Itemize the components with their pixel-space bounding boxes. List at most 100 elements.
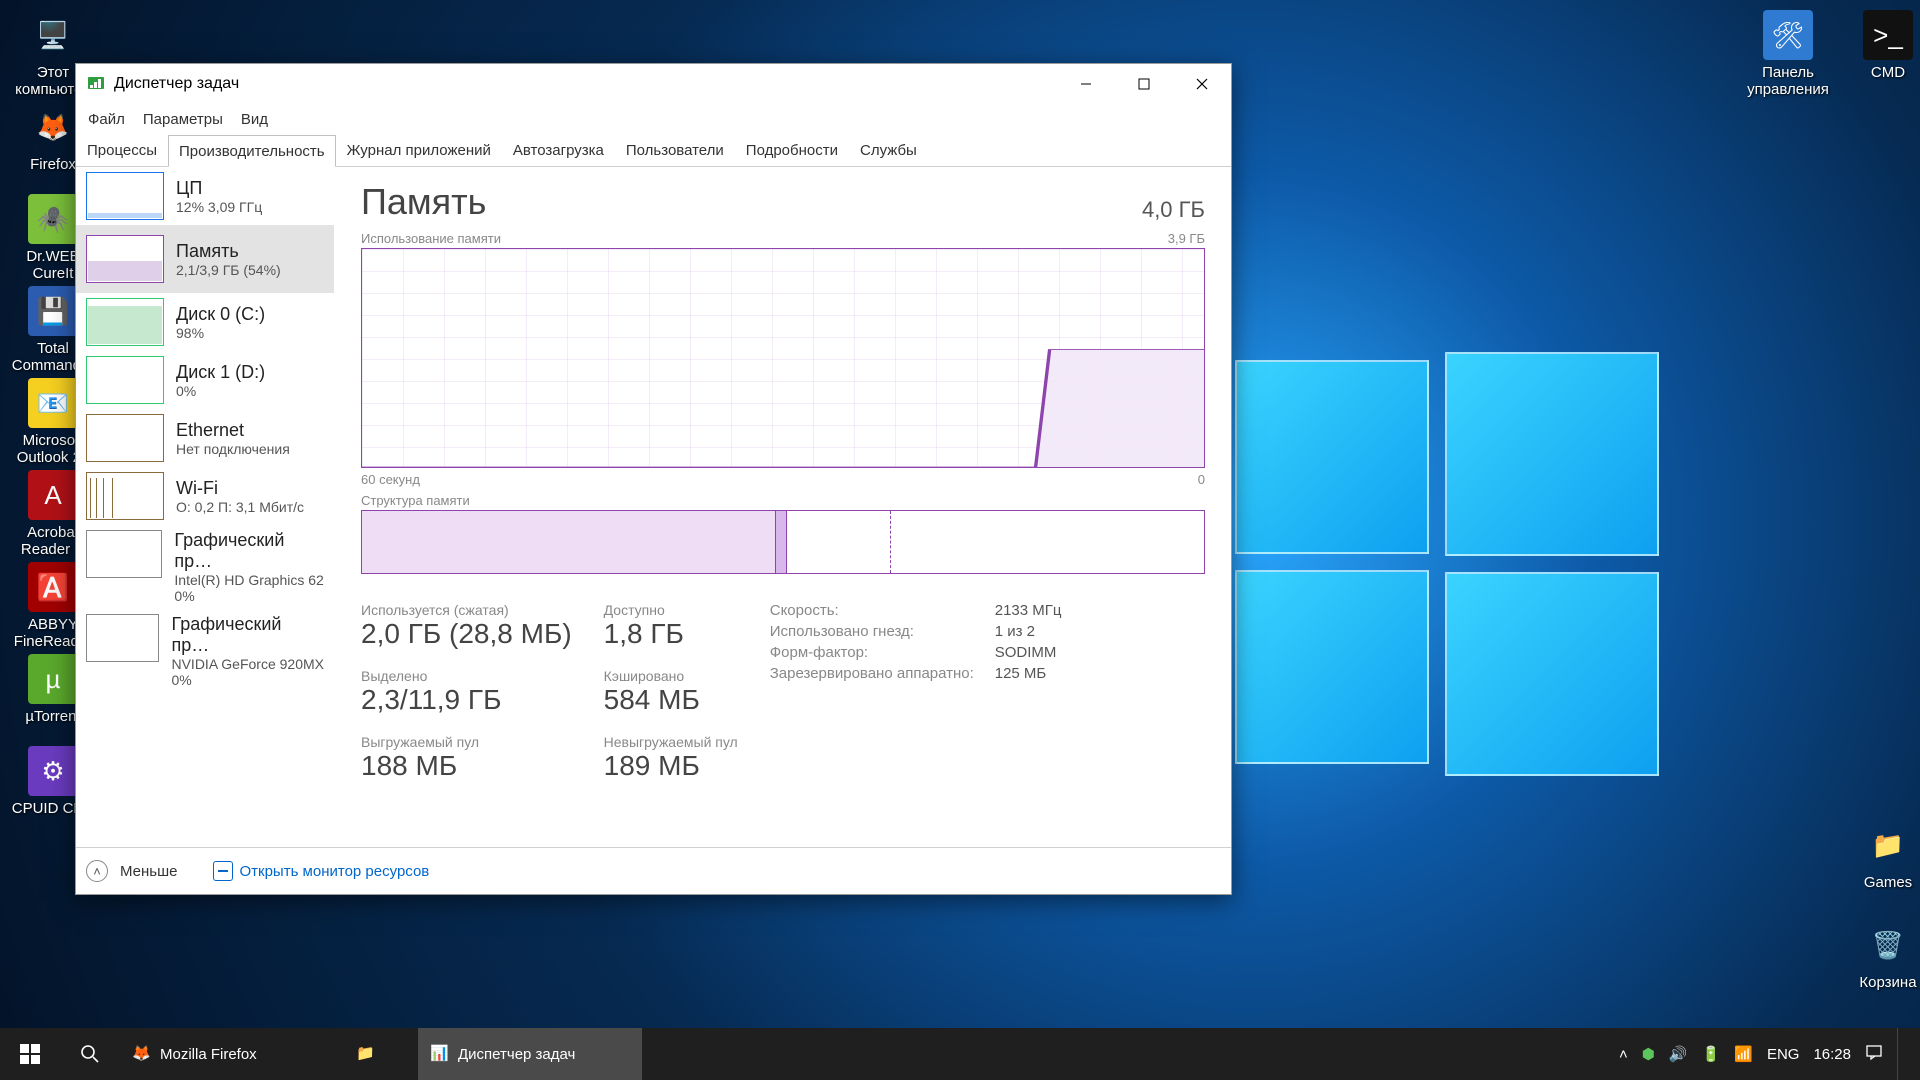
tab-1[interactable]: Производительность bbox=[168, 135, 336, 167]
stats-col-mid: Доступно1,8 ГБ Кэшировано584 МБ Невыгружае… bbox=[604, 602, 738, 800]
task-taskmgr[interactable]: 📊Диспетчер задач bbox=[418, 1028, 642, 1080]
desktop-icon-cmd[interactable]: >_CMD bbox=[1840, 10, 1920, 81]
thumbnail-chart-icon bbox=[86, 414, 164, 462]
tab-5[interactable]: Подробности bbox=[735, 134, 849, 166]
task-manager-window: Диспетчер задач Файл Параметры Вид Проце… bbox=[75, 63, 1232, 895]
stat-pair: Используется (сжатая)2,0 ГБ (28,8 МБ) bbox=[361, 602, 572, 650]
tray-clock[interactable]: 16:28 bbox=[1813, 1046, 1851, 1063]
drweb-icon: 🕷️ bbox=[28, 194, 78, 244]
control-panel-icon: 🛠 bbox=[1763, 10, 1813, 60]
kv-row: Использовано гнезд:1 из 2 bbox=[770, 623, 1062, 640]
open-resource-monitor-link[interactable]: Открыть монитор ресурсов bbox=[213, 861, 429, 881]
chart-xright: 0 bbox=[1198, 472, 1205, 487]
system-tray: ˄ ⬢ 🔊 🔋 📶 ENG 16:28 bbox=[1605, 1043, 1897, 1065]
task-icon: 📊 bbox=[430, 1044, 450, 1064]
side-ethernet[interactable]: EthernetНет подключения bbox=[76, 409, 334, 467]
hardware-info: Скорость:2133 МГц Использовано гнезд:1 из… bbox=[770, 602, 1062, 800]
side-memory[interactable]: Память2,1/3,9 ГБ (54%) bbox=[76, 225, 334, 293]
acrobat-icon: A bbox=[28, 470, 78, 520]
window-footer: ˄ Меньше Открыть монитор ресурсов bbox=[76, 847, 1231, 894]
firefox-icon: 🦊 bbox=[28, 102, 78, 152]
maximize-button[interactable] bbox=[1115, 64, 1173, 104]
utorrent-icon: µ bbox=[28, 654, 78, 704]
cpuid-icon: ⚙ bbox=[28, 746, 78, 796]
search-button[interactable] bbox=[60, 1028, 120, 1080]
collapse-chevron-icon[interactable]: ˄ bbox=[86, 860, 108, 882]
thumbnail-chart-icon bbox=[86, 356, 164, 404]
task-firefox[interactable]: 🦊Mozilla Firefox bbox=[120, 1028, 344, 1080]
tab-4[interactable]: Пользователи bbox=[615, 134, 735, 166]
tray-chevron-icon[interactable]: ˄ bbox=[1619, 1046, 1628, 1063]
composition-label: Структура памяти bbox=[361, 493, 1205, 508]
window-title: Диспетчер задач bbox=[114, 75, 239, 93]
tray-volume-icon[interactable]: 🔊 bbox=[1669, 1045, 1688, 1063]
tray-battery-icon[interactable]: 🔋 bbox=[1702, 1045, 1721, 1063]
cmd-icon: >_ bbox=[1863, 10, 1913, 60]
menu-view[interactable]: Вид bbox=[241, 111, 268, 128]
thumbnail-chart-icon bbox=[86, 172, 164, 220]
this-pc-icon: 🖥️ bbox=[28, 10, 78, 60]
show-desktop-button[interactable] bbox=[1897, 1028, 1920, 1080]
tab-3[interactable]: Автозагрузка bbox=[502, 134, 615, 166]
thumbnail-chart-icon bbox=[86, 235, 164, 283]
chart-ymax: 3,9 ГБ bbox=[1168, 231, 1205, 246]
tray-shield-icon[interactable]: ⬢ bbox=[1642, 1045, 1655, 1063]
task-icon: 📁 bbox=[356, 1044, 376, 1064]
stats-col-left: Используется (сжатая)2,0 ГБ (28,8 МБ) Выд… bbox=[361, 602, 572, 800]
task-explorer[interactable]: 📁 bbox=[344, 1028, 418, 1080]
chart-label: Использование памяти bbox=[361, 231, 501, 246]
tab-0[interactable]: Процессы bbox=[76, 134, 168, 166]
side-gpu1[interactable]: Графический пр…NVIDIA GeForce 920MX0% bbox=[76, 609, 334, 693]
taskbar: 🦊Mozilla Firefox 📁 📊Диспетчер задач ˄ ⬢ 🔊 … bbox=[0, 1028, 1920, 1080]
perf-sidebar: ЦП12% 3,09 ГГц Память2,1/3,9 ГБ (54%) Ди… bbox=[76, 167, 335, 847]
side-gpu0[interactable]: Графический пр…Intel(R) HD Graphics 620% bbox=[76, 525, 334, 609]
stat-pair: Доступно1,8 ГБ bbox=[604, 602, 738, 650]
abbyy-icon: 🅰️ bbox=[28, 562, 78, 612]
minimize-button[interactable] bbox=[1057, 64, 1115, 104]
thumbnail-chart-icon bbox=[86, 614, 159, 662]
task-icon: 🦊 bbox=[132, 1044, 152, 1064]
tab-6[interactable]: Службы bbox=[849, 134, 928, 166]
titlebar[interactable]: Диспетчер задач bbox=[76, 64, 1231, 105]
thumbnail-chart-icon bbox=[86, 298, 164, 346]
desktop-icon-games-folder[interactable]: 📁Games bbox=[1840, 820, 1920, 891]
stat-pair: Выгружаемый пул188 МБ bbox=[361, 734, 572, 782]
outlook-icon: 📧 bbox=[28, 378, 78, 428]
perf-main: Память 4,0 ГБ Использование памяти 3,9 Г… bbox=[335, 167, 1231, 847]
menubar: Файл Параметры Вид bbox=[76, 105, 1231, 134]
tabstrip: ПроцессыПроизводительностьЖурнал приложе… bbox=[76, 134, 1231, 167]
kv-row: Форм-фактор:SODIMM bbox=[770, 644, 1062, 661]
tray-language[interactable]: ENG bbox=[1767, 1046, 1800, 1063]
stat-pair: Кэшировано584 МБ bbox=[604, 668, 738, 716]
windows-logo-wallpaper bbox=[1235, 360, 1655, 780]
desktop: 🖥️Этот компьютер🦊Firefox🕷️Dr.WEB CureIt💾… bbox=[0, 0, 1920, 1080]
stat-pair: Выделено2,3/11,9 ГБ bbox=[361, 668, 572, 716]
menu-file[interactable]: Файл bbox=[88, 111, 125, 128]
thumbnail-chart-icon bbox=[86, 530, 162, 578]
memory-total: 4,0 ГБ bbox=[1142, 197, 1205, 223]
total-commander-icon: 💾 bbox=[28, 286, 78, 336]
resource-monitor-icon bbox=[213, 861, 233, 881]
games-folder-icon: 📁 bbox=[1863, 820, 1913, 870]
kv-row: Скорость:2133 МГц bbox=[770, 602, 1062, 619]
start-button[interactable] bbox=[0, 1028, 60, 1080]
menu-options[interactable]: Параметры bbox=[143, 111, 223, 128]
thumbnail-chart-icon bbox=[86, 472, 164, 520]
chart-xleft: 60 секунд bbox=[361, 472, 420, 487]
tray-action-center-icon[interactable] bbox=[1865, 1043, 1883, 1065]
desktop-icon-recycle-bin[interactable]: 🗑️Корзина bbox=[1840, 920, 1920, 991]
side-cpu[interactable]: ЦП12% 3,09 ГГц bbox=[76, 167, 334, 225]
side-wifi[interactable]: Wi-FiО: 0,2 П: 3,1 Мбит/с bbox=[76, 467, 334, 525]
close-button[interactable] bbox=[1173, 64, 1231, 104]
tray-network-icon[interactable]: 📶 bbox=[1734, 1045, 1753, 1063]
kv-row: Зарезервировано аппаратно:125 МБ bbox=[770, 665, 1062, 682]
memory-composition-bar bbox=[361, 510, 1205, 574]
stat-pair: Невыгружаемый пул189 МБ bbox=[604, 734, 738, 782]
side-disk0[interactable]: Диск 0 (C:)98% bbox=[76, 293, 334, 351]
tab-2[interactable]: Журнал приложений bbox=[336, 134, 502, 166]
fewer-details-link[interactable]: Меньше bbox=[120, 863, 177, 880]
search-icon bbox=[80, 1044, 100, 1064]
side-disk1[interactable]: Диск 1 (D:)0% bbox=[76, 351, 334, 409]
desktop-icon-control-panel[interactable]: 🛠Панель управления bbox=[1740, 10, 1836, 99]
taskmgr-icon bbox=[86, 74, 106, 94]
